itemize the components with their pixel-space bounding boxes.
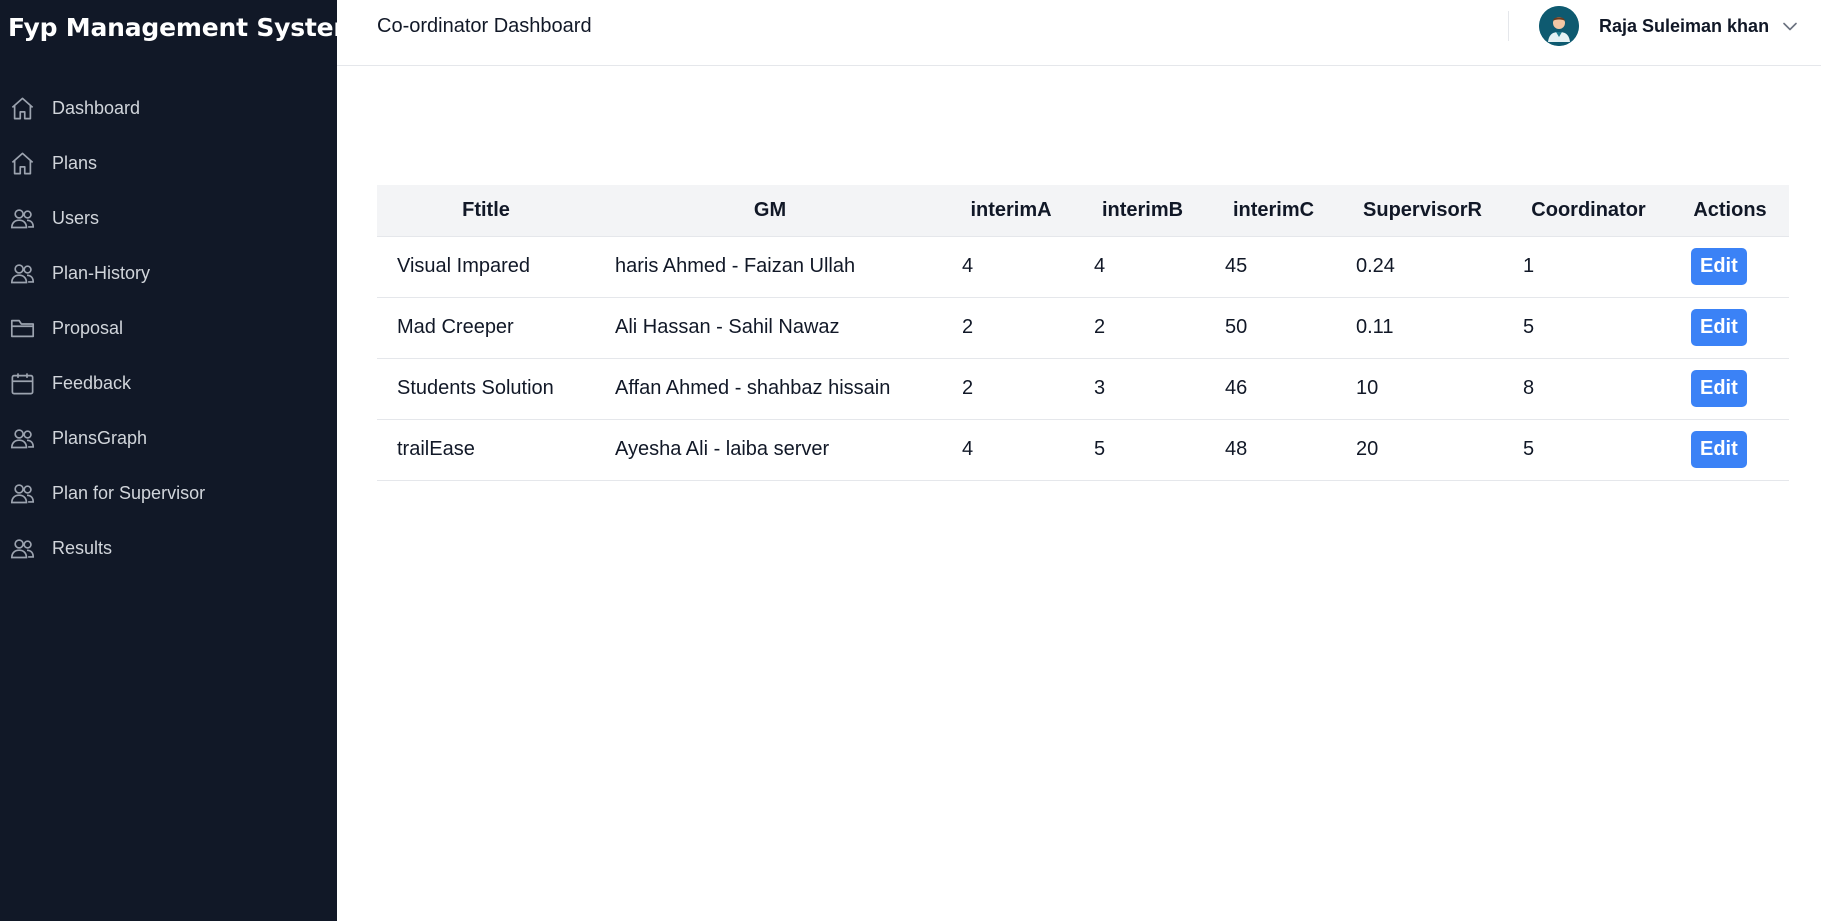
cell-supervisorR: 20	[1356, 438, 1379, 460]
sidebar-item-proposal[interactable]: Proposal	[0, 301, 337, 356]
column-header: Actions	[1671, 185, 1789, 237]
cell-ftitle: Mad Creeper	[397, 316, 514, 338]
users-icon	[9, 535, 36, 562]
cell-actions: Edit	[1671, 358, 1789, 419]
column-header: Ftitle	[377, 185, 595, 237]
column-header: Coordinator	[1506, 185, 1671, 237]
cell-coordinator: 8	[1523, 377, 1535, 399]
cell-interimC: 45	[1225, 255, 1248, 277]
column-header: interimA	[945, 185, 1077, 237]
table-row: Mad Creeper Ali Hassan - Sahil Nawaz 2 2…	[377, 297, 1789, 358]
chevron-down-icon[interactable]	[1783, 22, 1797, 31]
calendar-icon	[9, 370, 36, 397]
cell-gm: Affan Ahmed - shahbaz hissain	[615, 377, 891, 399]
plans-table: Ftitle GM interimA interimB interimC Sup…	[377, 185, 1789, 481]
cell-ftitle: trailEase	[397, 438, 475, 460]
sidebar-item-label: Results	[52, 538, 113, 558]
cell-gm: haris Ahmed - Faizan Ullah	[615, 255, 856, 277]
sidebar-nav: Dashboard Plans Users Plan-History Propo…	[0, 81, 337, 576]
cell-interimA: 4	[962, 438, 974, 460]
sidebar-item-label: Feedback	[52, 373, 132, 393]
sidebar: Fyp Management System Dashboard Plans Us…	[0, 0, 360, 921]
column-header: interimC	[1208, 185, 1339, 237]
sidebar-item-dashboard[interactable]: Dashboard	[0, 81, 337, 136]
column-header: GM	[595, 185, 945, 237]
sidebar-item-label: Plan for Supervisor	[52, 483, 206, 503]
cell-interimC: 50	[1225, 316, 1248, 338]
users-icon	[9, 205, 36, 232]
cell-actions: Edit	[1671, 236, 1789, 297]
table-row: Students Solution Affan Ahmed - shahbaz …	[377, 358, 1789, 419]
cell-interimB: 2	[1094, 316, 1106, 338]
page-title: Co-ordinator Dashboard	[377, 15, 592, 37]
cell-supervisorR: 0.11	[1356, 316, 1394, 338]
avatar[interactable]	[1539, 6, 1579, 46]
sidebar-item-label: PlansGraph	[52, 428, 148, 448]
sidebar-item-results[interactable]: Results	[0, 521, 337, 576]
cell-coordinator: 5	[1523, 316, 1535, 338]
users-icon	[9, 480, 36, 507]
home-icon	[9, 150, 36, 177]
cell-interimC: 48	[1225, 438, 1248, 460]
edit-button[interactable]: Edit	[1691, 248, 1747, 285]
sidebar-item-users[interactable]: Users	[0, 191, 337, 246]
cell-supervisorR: 10	[1356, 377, 1379, 399]
cell-interimA: 4	[962, 255, 974, 277]
table-header: Ftitle GM interimA interimB interimC Sup…	[377, 185, 1789, 237]
cell-actions: Edit	[1671, 419, 1789, 480]
user-name: Raja Suleiman khan	[1599, 15, 1770, 36]
plans-table-container: Ftitle GM interimA interimB interimC Sup…	[377, 185, 1789, 481]
sidebar-item-plans[interactable]: Plans	[0, 136, 337, 191]
app-title: Fyp Management System	[8, 13, 360, 42]
cell-interimA: 2	[962, 316, 974, 338]
cell-coordinator: 5	[1523, 438, 1535, 460]
edit-button[interactable]: Edit	[1691, 370, 1747, 407]
top-header: Co-ordinator Dashboard Raja Suleiman kha…	[337, 0, 1821, 66]
table-row: Visual Impared haris Ahmed - Faizan Ulla…	[377, 236, 1789, 297]
cell-interimA: 2	[962, 377, 974, 399]
home-icon	[9, 95, 36, 122]
sidebar-item-label: Dashboard	[52, 98, 141, 118]
column-header: SupervisorR	[1339, 185, 1506, 237]
cell-interimB: 4	[1094, 255, 1106, 277]
cell-coordinator: 1	[1523, 255, 1535, 277]
users-icon	[9, 425, 36, 452]
sidebar-item-plan-for-supervisor[interactable]: Plan for Supervisor	[0, 466, 337, 521]
sidebar-item-label: Plan-History	[52, 263, 151, 283]
sidebar-item-feedback[interactable]: Feedback	[0, 356, 337, 411]
sidebar-item-label: Users	[52, 208, 100, 228]
table-header-row: Ftitle GM interimA interimB interimC Sup…	[377, 185, 1789, 237]
sidebar-item-label: Plans	[52, 153, 98, 173]
table-row: trailEase Ayesha Ali - laiba server 4 5 …	[377, 419, 1789, 480]
edit-button[interactable]: Edit	[1691, 309, 1747, 346]
header-divider	[1508, 11, 1509, 41]
folder-icon	[9, 315, 36, 342]
sidebar-item-plan-history[interactable]: Plan-History	[0, 246, 337, 301]
cell-supervisorR: 0.24	[1356, 255, 1395, 277]
user-menu[interactable]: Raja Suleiman khan	[1539, 6, 1797, 46]
cell-gm: Ayesha Ali - laiba server	[615, 438, 830, 460]
cell-interimB: 5	[1094, 438, 1106, 460]
sidebar-item-plansgraph[interactable]: PlansGraph	[0, 411, 337, 466]
users-icon	[9, 260, 36, 287]
cell-actions: Edit	[1671, 297, 1789, 358]
sidebar-item-label: Proposal	[52, 318, 124, 338]
cell-ftitle: Visual Impared	[397, 255, 531, 277]
column-header: interimB	[1077, 185, 1208, 237]
cell-interimC: 46	[1225, 377, 1248, 399]
cell-interimB: 3	[1094, 377, 1106, 399]
cell-gm: Ali Hassan - Sahil Nawaz	[615, 316, 840, 338]
cell-ftitle: Students Solution	[397, 377, 554, 399]
edit-button[interactable]: Edit	[1691, 431, 1747, 468]
